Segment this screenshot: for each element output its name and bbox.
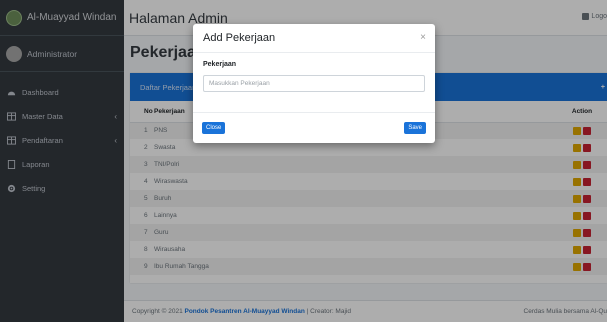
close-icon[interactable]: × <box>420 32 426 43</box>
modal-footer: Close Save <box>193 112 435 143</box>
modal-body: Pekerjaan <box>193 53 435 98</box>
close-button[interactable]: Close <box>202 122 226 134</box>
modal-header: Add Pekerjaan × <box>193 24 435 53</box>
modal-title: Add Pekerjaan <box>203 32 276 44</box>
pekerjaan-field-label: Pekerjaan <box>203 61 237 68</box>
pekerjaan-input[interactable] <box>203 75 425 92</box>
save-button[interactable]: Save <box>404 122 426 134</box>
add-pekerjaan-modal: Add Pekerjaan × Pekerjaan Close Save <box>193 24 435 143</box>
